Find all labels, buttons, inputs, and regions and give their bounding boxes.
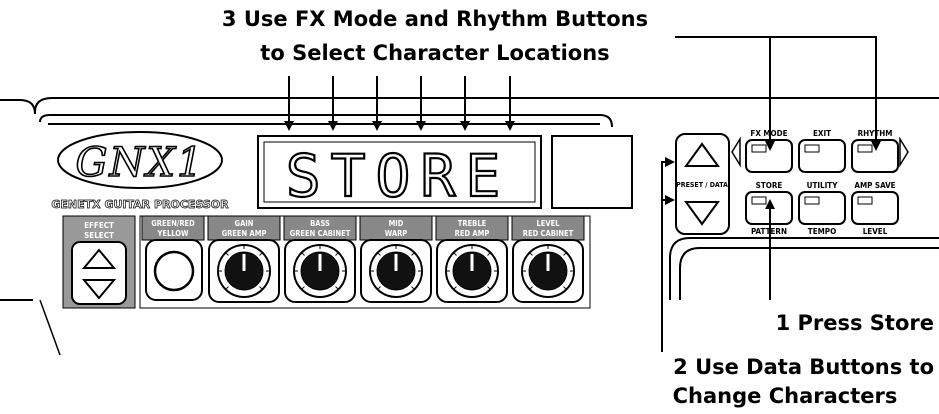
knob-label-top: MID	[389, 219, 404, 228]
preset-data-rocker[interactable]: PRESET / DATA	[675, 133, 730, 235]
exit-button[interactable]: EXIT	[798, 129, 846, 173]
svg-text:STORE: STORE	[286, 142, 511, 210]
green-red-button-group[interactable]: GREEN/RED YELLOW	[141, 215, 205, 301]
left-arrow-indicator	[731, 136, 741, 168]
knob-level[interactable]: LEVELRED CABINET	[511, 215, 585, 303]
svg-text:PRESET / DATA: PRESET / DATA	[676, 181, 728, 189]
knob-label-bottom: RED AMP	[455, 229, 490, 238]
amp-save-button[interactable]: AMP SAVE LEVEL	[851, 181, 899, 236]
button-label-top: EXIT	[813, 129, 831, 138]
knob-label-top: GAIN	[235, 219, 254, 228]
knob-mid[interactable]: MIDWARP	[359, 215, 433, 303]
svg-text:GENETX GUITAR PROCESSOR: GENETX GUITAR PROCESSOR	[51, 198, 229, 211]
button-label-bottom: TEMPO	[808, 227, 836, 236]
knob-label-bottom: WARP	[385, 229, 408, 238]
button-label-bottom: LEVEL	[863, 227, 888, 236]
svg-text:SELECT: SELECT	[84, 231, 114, 240]
knob-strip: GAINGREEN AMPBASSGREEN CABINETMIDWARPTRE…	[139, 215, 591, 309]
svg-text:GNX1: GNX1	[76, 140, 205, 186]
svg-text:GREEN/RED: GREEN/RED	[151, 219, 195, 228]
knob-bass[interactable]: BASSGREEN CABINET	[283, 215, 357, 303]
button-label-top: STORE	[756, 181, 783, 190]
effect-select-panel[interactable]: EFFECT SELECT	[62, 215, 136, 309]
knob-label-bottom: GREEN AMP	[222, 229, 267, 238]
device-diagram: GNX1 GENETX GUITAR PROCESSOR STORE PRESE…	[0, 36, 939, 356]
knob-label-top: LEVEL	[536, 219, 560, 228]
knob-label-bottom: RED CABINET	[523, 229, 574, 238]
secondary-display	[551, 135, 633, 209]
right-arrow-indicator	[899, 136, 909, 168]
utility-button[interactable]: UTILITY TEMPO	[798, 181, 846, 236]
knob-gain[interactable]: GAINGREEN AMP	[207, 215, 281, 303]
right-button-bank: FX MODE EXIT RHYTHMSTOREPATTERNUTILITYTEMP…	[731, 129, 909, 236]
svg-text:YELLOW: YELLOW	[156, 229, 189, 238]
button-label-top: UTILITY	[807, 181, 839, 190]
button-label-top: AMP SAVE	[854, 181, 895, 190]
knob-label-bottom: GREEN CABINET	[290, 229, 351, 238]
knob-treble[interactable]: TREBLERED AMP	[435, 215, 509, 303]
svg-text:EFFECT: EFFECT	[84, 221, 114, 230]
lcd-display: STORE	[257, 135, 542, 211]
knob-label-top: BASS	[310, 219, 330, 228]
gnx1-logo: GNX1 GENETX GUITAR PROCESSOR	[51, 131, 229, 211]
knob-label-top: TREBLE	[458, 219, 487, 228]
